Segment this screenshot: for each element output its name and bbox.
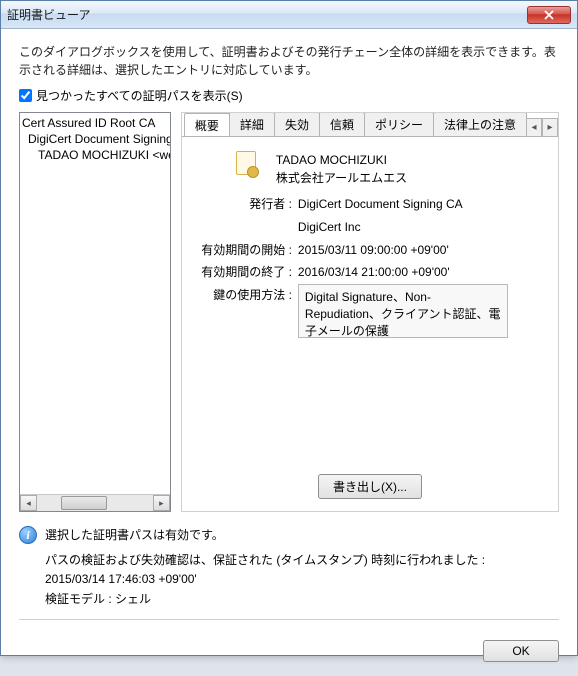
window-title: 証明書ビューア bbox=[7, 6, 527, 23]
tab-trust[interactable]: 信頼 bbox=[319, 113, 365, 136]
status-timestamp: 2015/03/14 17:46:03 +09'00' bbox=[45, 570, 485, 589]
tab-content-summary: TADAO MOCHIZUKI 株式会社アールエムエス 発行者 : DigiCe… bbox=[182, 137, 558, 348]
scroll-thumb[interactable] bbox=[61, 496, 107, 510]
tabs-scroll-right[interactable]: ▸ bbox=[542, 118, 558, 136]
close-button[interactable] bbox=[527, 6, 571, 24]
show-all-paths-row[interactable]: 見つかったすべての証明パスを表示(S) bbox=[19, 87, 559, 104]
detail-pane: 概要 詳細 失効 信頼 ポリシー 法律上の注意 ◂ ▸ bbox=[181, 112, 559, 512]
status-model: 検証モデル : シェル bbox=[45, 590, 485, 609]
scroll-left-button[interactable]: ◂ bbox=[20, 495, 37, 511]
tree-item[interactable]: Cert Assured ID Root CA bbox=[20, 115, 170, 131]
tab-legal[interactable]: 法律上の注意 bbox=[433, 113, 527, 136]
status-verification-note: パスの検証および失効確認は、保証された (タイムスタンプ) 時刻に行われました … bbox=[45, 551, 485, 570]
valid-to-value: 2016/03/14 21:00:00 +09'00' bbox=[298, 261, 544, 284]
tab-bar: 概要 詳細 失効 信頼 ポリシー 法律上の注意 ◂ ▸ bbox=[182, 113, 558, 137]
separator bbox=[19, 619, 559, 620]
issuer-root: DigiCert Inc bbox=[298, 216, 544, 239]
tab-summary[interactable]: 概要 bbox=[184, 113, 230, 137]
scroll-right-button[interactable]: ▸ bbox=[153, 495, 170, 511]
show-all-paths-label: 見つかったすべての証明パスを表示(S) bbox=[36, 87, 243, 104]
tabs-scroll-left[interactable]: ◂ bbox=[526, 118, 542, 136]
ok-button[interactable]: OK bbox=[483, 640, 559, 662]
key-usage-label: 鍵の使用方法 : bbox=[200, 284, 298, 307]
titlebar[interactable]: 証明書ビューア bbox=[1, 1, 577, 29]
valid-from-label: 有効期間の開始 : bbox=[200, 239, 298, 262]
show-all-paths-checkbox[interactable] bbox=[19, 89, 32, 102]
tab-policy[interactable]: ポリシー bbox=[364, 113, 434, 136]
valid-from-value: 2015/03/11 09:00:00 +09'00' bbox=[298, 239, 544, 262]
tree-item[interactable]: DigiCert Document Signing CA bbox=[20, 131, 170, 147]
certificate-icon bbox=[236, 151, 256, 175]
cert-subject: TADAO MOCHIZUKI bbox=[276, 151, 407, 169]
tree-item[interactable]: TADAO MOCHIZUKI <webm bbox=[20, 147, 170, 163]
cert-org: 株式会社アールエムエス bbox=[276, 169, 407, 187]
status-validity: 選択した証明書パスは有効です。 bbox=[45, 526, 485, 545]
dialog-description: このダイアログボックスを使用して、証明書およびその発行チェーン全体の詳細を表示で… bbox=[19, 43, 559, 79]
issuer-label: 発行者 : bbox=[200, 193, 298, 239]
certificate-viewer-window: 証明書ビューア このダイアログボックスを使用して、証明書およびその発行チェーン全… bbox=[0, 0, 578, 656]
export-button[interactable]: 書き出し(X)... bbox=[318, 474, 422, 499]
scroll-track[interactable] bbox=[37, 495, 153, 511]
info-icon: i bbox=[19, 526, 37, 544]
close-icon bbox=[544, 10, 554, 20]
valid-to-label: 有効期間の終了 : bbox=[200, 261, 298, 284]
tree-horizontal-scrollbar[interactable]: ◂ ▸ bbox=[20, 494, 170, 511]
issuer-value: DigiCert Document Signing CA bbox=[298, 193, 544, 216]
cert-chain-tree[interactable]: Cert Assured ID Root CA DigiCert Documen… bbox=[19, 112, 171, 512]
tab-revocation[interactable]: 失効 bbox=[274, 113, 320, 136]
tab-details[interactable]: 詳細 bbox=[229, 113, 275, 136]
key-usage-box: Digital Signature、Non-Repudiation、クライアント… bbox=[298, 284, 508, 338]
